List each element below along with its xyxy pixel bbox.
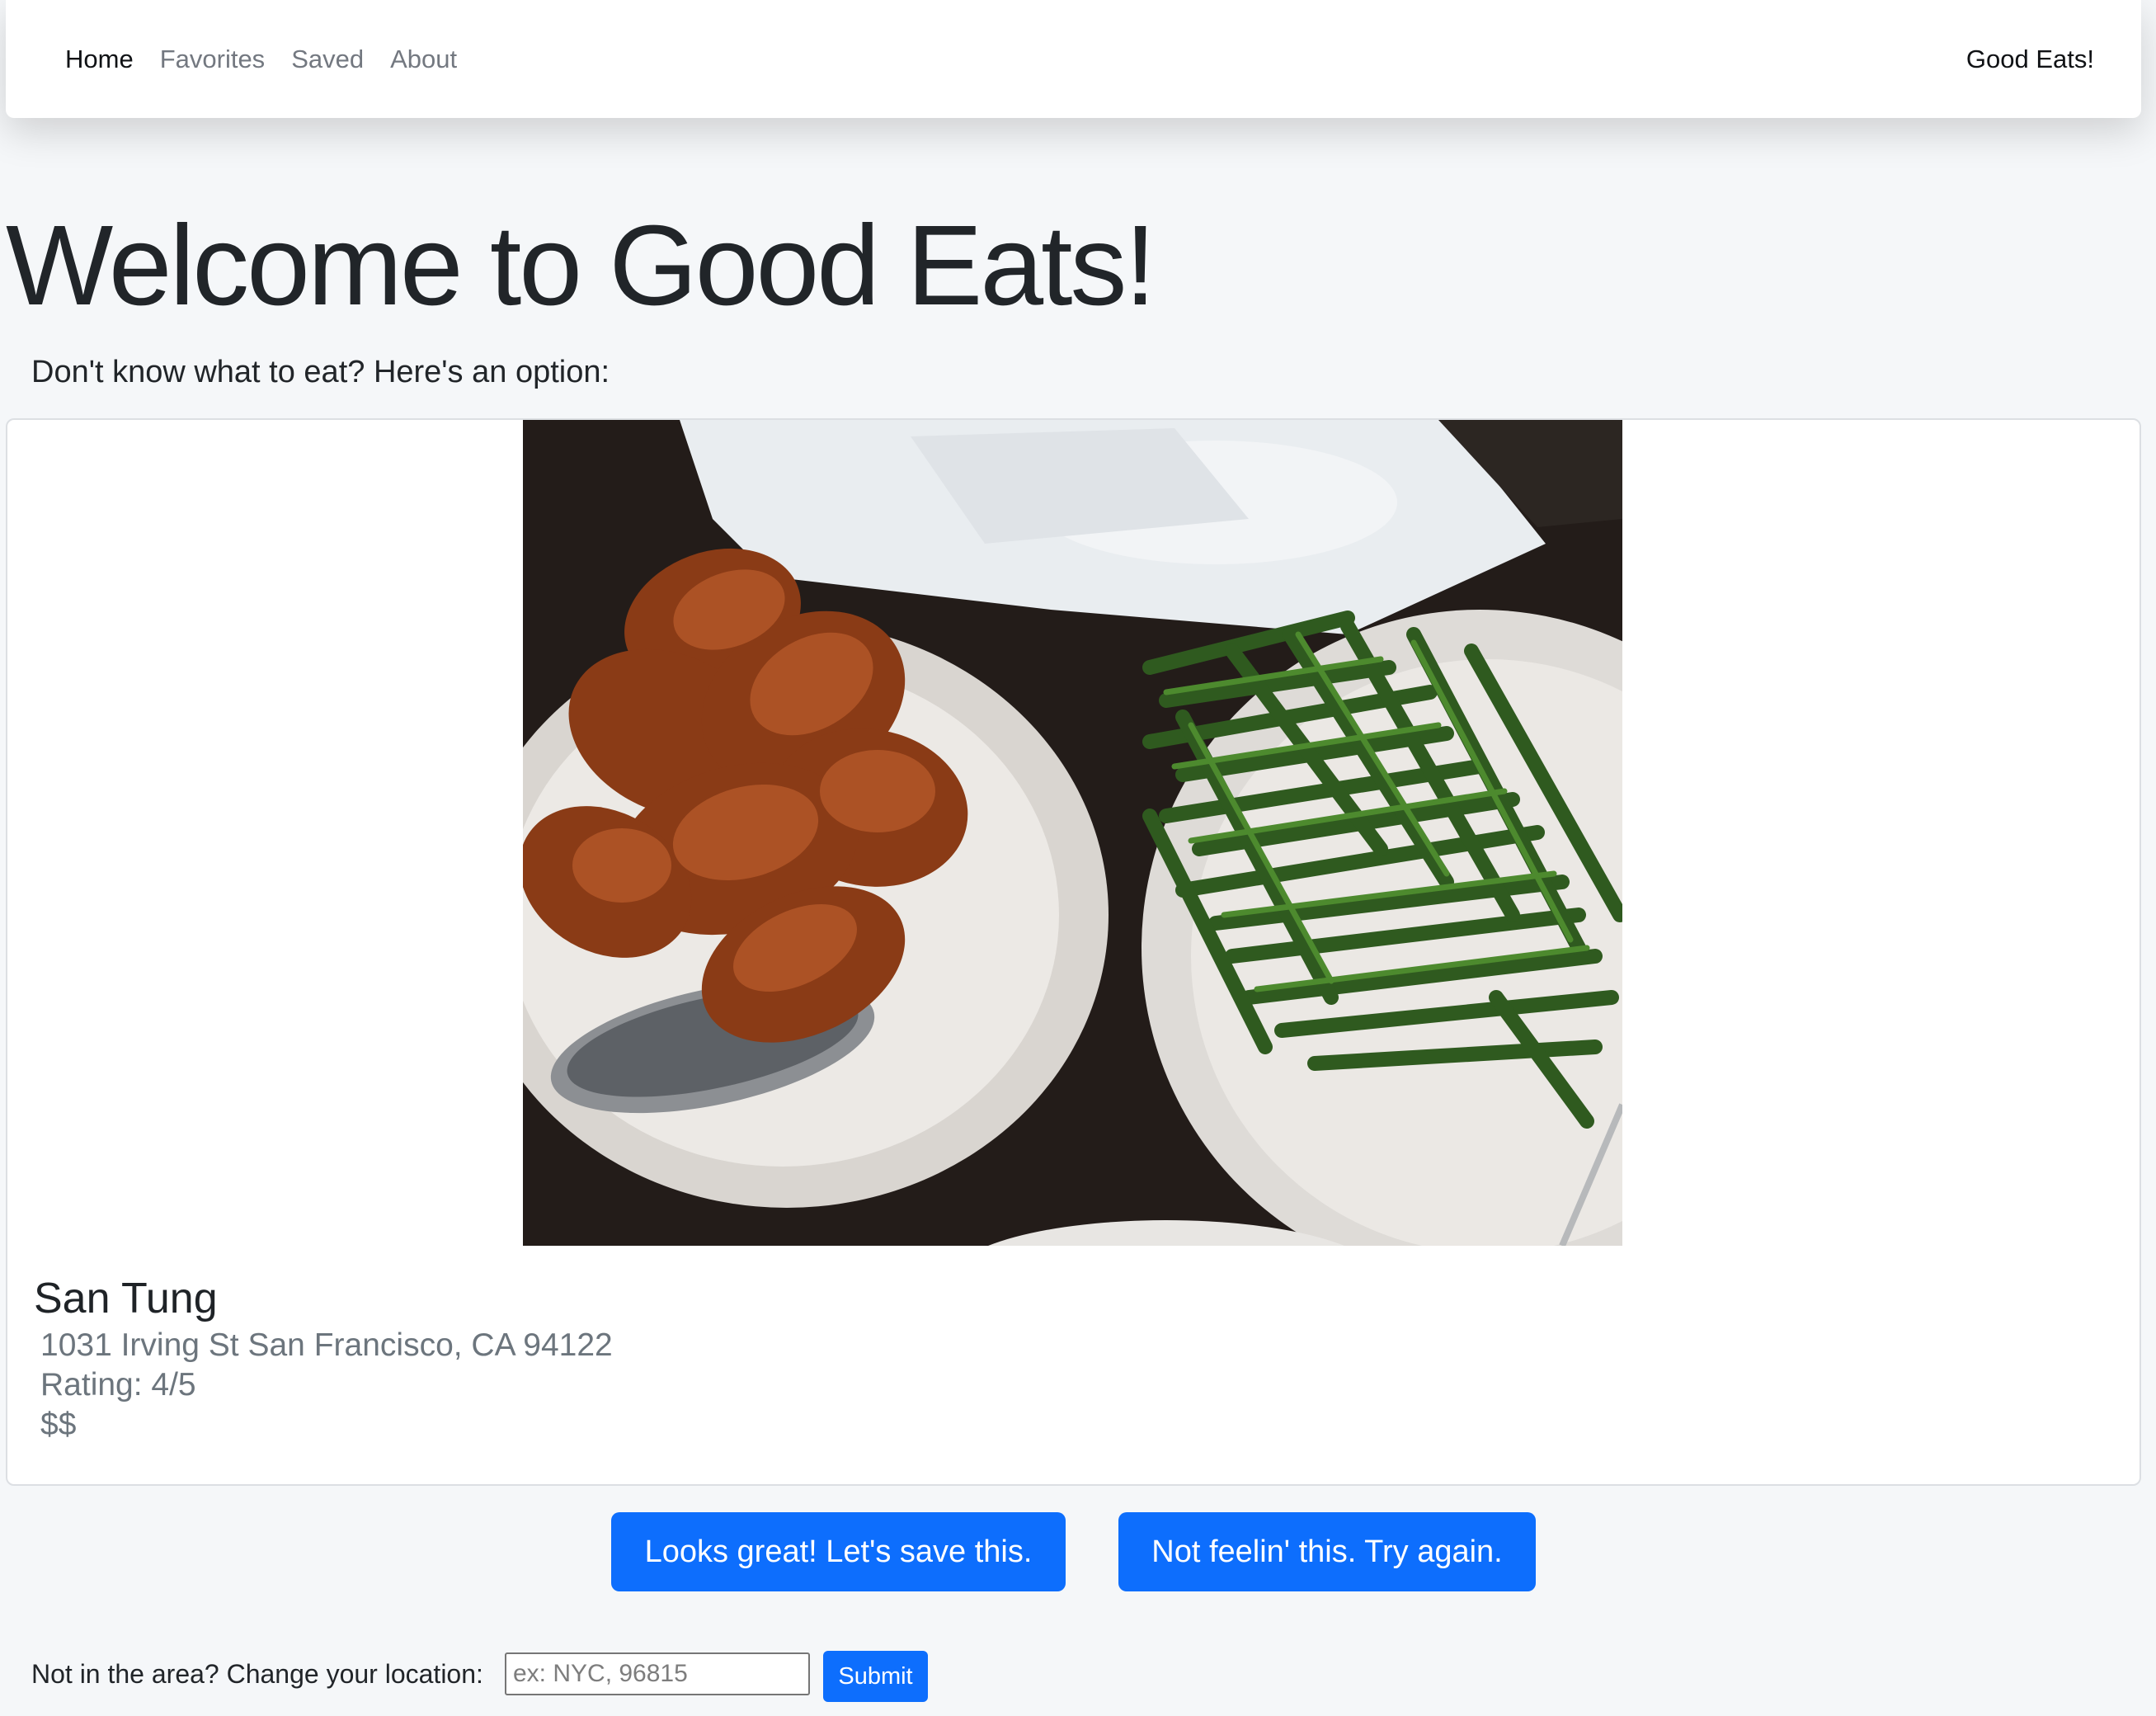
page-subtitle: Don't know what to eat? Here's an option… — [31, 355, 610, 389]
restaurant-address: 1031 Irving St San Francisco, CA 94122 — [40, 1327, 613, 1363]
location-submit-button[interactable]: Submit — [823, 1651, 928, 1702]
nav-link-favorites[interactable]: Favorites — [160, 45, 265, 74]
food-photo — [523, 420, 1622, 1246]
try-again-button[interactable]: Not feelin' this. Try again. — [1118, 1512, 1536, 1591]
restaurant-rating: Rating: 4/5 — [40, 1367, 196, 1402]
page-title: Welcome to Good Eats! — [6, 202, 1156, 329]
nav-link-saved[interactable]: Saved — [291, 45, 364, 74]
top-navbar: Home Favorites Saved About Good Eats! — [6, 0, 2141, 118]
restaurant-name: San Tung — [34, 1275, 218, 1322]
nav-links: Home Favorites Saved About — [65, 0, 483, 118]
restaurant-card: San Tung 1031 Irving St San Francisco, C… — [6, 418, 2141, 1486]
save-restaurant-button[interactable]: Looks great! Let's save this. — [611, 1512, 1066, 1591]
navbar-brand[interactable]: Good Eats! — [1966, 0, 2094, 118]
location-input[interactable] — [505, 1652, 810, 1695]
restaurant-price: $$ — [40, 1407, 77, 1442]
nav-link-home[interactable]: Home — [65, 45, 134, 74]
nav-link-about[interactable]: About — [390, 45, 457, 74]
location-label: Not in the area? Change your location: — [31, 1659, 483, 1689]
